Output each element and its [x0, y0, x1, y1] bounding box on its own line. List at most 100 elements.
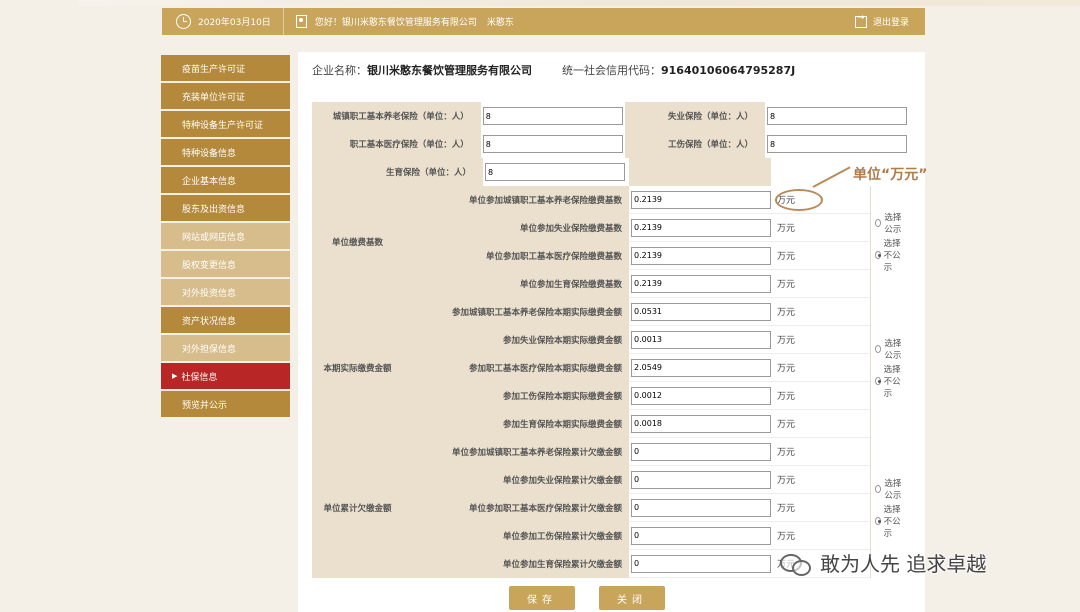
date-text: 2020年03月10日: [198, 18, 271, 28]
sidebar-item-label: 疫苗生产许可证: [182, 64, 246, 75]
fee-amount-input[interactable]: [631, 274, 771, 293]
fee-amount-input[interactable]: [631, 498, 771, 517]
radio-button-icon: [875, 485, 882, 493]
radio-button-icon: [875, 377, 881, 385]
sidebar-item[interactable]: ▶充装单位许可证: [161, 83, 290, 109]
sidebar-nav: ▶疫苗生产许可证▶充装单位许可证▶特种设备生产许可证▶特种设备信息▶企业基本信息…: [161, 55, 290, 419]
fee-row: 单位参加城镇职工基本养老保险累计欠缴金额 万元: [403, 438, 870, 466]
watermark-text: 敢为人先 追求卓越: [820, 552, 987, 576]
logout-label: 退出登录: [872, 18, 909, 28]
sidebar-item[interactable]: ▶股权变更信息: [161, 251, 290, 277]
fee-amount-input[interactable]: [631, 526, 771, 545]
fee-row-label: 单位参加失业保险累计欠缴金额: [403, 466, 629, 494]
fee-row-label: 单位参加工伤保险累计欠缴金额: [403, 522, 629, 550]
fee-row-label: 参加生育保险本期实际缴费金额: [403, 410, 629, 438]
user-icon: [295, 15, 307, 28]
unemployment-count-input[interactable]: [767, 107, 907, 125]
fee-row-label: 参加工伤保险本期实际缴费金额: [403, 382, 629, 410]
fee-row-label: 参加失业保险本期实际缴费金额: [403, 326, 629, 354]
sidebar-item[interactable]: ▶特种设备生产许可证: [161, 111, 290, 137]
unit-label: 万元: [777, 392, 796, 402]
unit-label: 万元: [777, 448, 796, 458]
empty-label-cell: [629, 158, 771, 186]
fee-row: 参加工伤保险本期实际缴费金额 万元: [403, 382, 870, 410]
radio-publish[interactable]: 选择公示: [875, 477, 909, 501]
greeting-text: 您好！银川米憨东餐饮管理服务有限公司: [314, 18, 477, 28]
publish-radio-group: 选择公示 选择不公示: [870, 298, 909, 438]
fee-amount-input[interactable]: [631, 442, 771, 461]
sidebar-item[interactable]: ▶资产状况信息: [161, 307, 290, 333]
company-info: 企业名称： 银川米憨东餐饮管理服务有限公司 统一社会信用代码： 91640106…: [312, 62, 795, 78]
fee-row-label: 单位参加城镇职工基本养老保险缴费基数: [403, 186, 629, 214]
fee-amount-input[interactable]: [631, 358, 771, 377]
fee-group-title: 单位缴费基数: [312, 186, 403, 298]
sidebar-item-label: 充装单位许可证: [182, 92, 246, 103]
medical-count-label: 职工基本医疗保险（单位：人）: [312, 130, 481, 158]
radio-label: 选择不公示: [883, 365, 901, 399]
sidebar-item[interactable]: ▶对外投资信息: [161, 279, 290, 305]
radio-button-icon: [875, 251, 881, 259]
fee-row-label: 参加职工基本医疗保险本期实际缴费金额: [403, 354, 629, 382]
radio-publish[interactable]: 选择公示: [875, 211, 909, 235]
fee-row-label: 单位参加城镇职工基本养老保险累计欠缴金额: [403, 438, 629, 466]
sidebar-item-label: 企业基本信息: [182, 176, 237, 187]
radio-button-icon: [875, 219, 882, 227]
sidebar-item[interactable]: ▶网站或网店信息: [161, 223, 290, 249]
highlight-circle: [775, 189, 823, 211]
active-arrow-icon: ▶: [172, 372, 178, 380]
publish-radio-group: 选择公示 选择不公示: [870, 186, 909, 298]
credit-code-label: 统一社会信用代码：: [562, 64, 661, 77]
fee-row: 参加生育保险本期实际缴费金额 万元: [403, 410, 870, 438]
sidebar-item[interactable]: ▶ 社保信息: [161, 363, 290, 389]
fee-amount-input[interactable]: [631, 218, 771, 237]
sidebar-item-label: 预览并公示: [182, 400, 228, 411]
pension-count-label: 城镇职工基本养老保险（单位：人）: [312, 102, 481, 130]
maternity-count-input[interactable]: [485, 163, 625, 181]
radio-not-publish[interactable]: 选择不公示: [875, 237, 909, 273]
fee-row-label: 单位参加生育保险缴费基数: [403, 270, 629, 298]
logout-button[interactable]: 退出登录: [843, 8, 925, 35]
medical-count-input[interactable]: [482, 135, 623, 153]
fee-row: 单位参加失业保险缴费基数 万元: [403, 214, 870, 242]
unit-label: 万元: [777, 252, 796, 262]
sidebar-item[interactable]: ▶对外担保信息: [161, 335, 290, 361]
radio-label: 选择不公示: [883, 239, 901, 273]
close-button[interactable]: 关闭: [599, 586, 665, 610]
sidebar-item[interactable]: ▶疫苗生产许可证: [161, 55, 290, 81]
sidebar-item-label: 股东及出资信息: [182, 204, 246, 215]
fee-row-label: 单位参加职工基本医疗保险累计欠缴金额: [403, 494, 629, 522]
annotation-label: 单位“万元”: [853, 167, 928, 183]
fee-amount-input[interactable]: [631, 246, 771, 265]
sidebar-item[interactable]: ▶特种设备信息: [161, 139, 290, 165]
radio-not-publish[interactable]: 选择不公示: [875, 503, 909, 539]
sidebar-item-label: 网站或网店信息: [182, 232, 246, 243]
radio-publish[interactable]: 选择公示: [875, 337, 909, 361]
fee-amount-input[interactable]: [631, 470, 771, 489]
sidebar-item[interactable]: ▶股东及出资信息: [161, 195, 290, 221]
pension-count-input[interactable]: [482, 107, 623, 125]
unit-label: 万元: [777, 364, 796, 374]
fee-amount-input[interactable]: [631, 302, 771, 321]
injury-count-input[interactable]: [767, 135, 907, 153]
credit-code: 91640106064795287J: [661, 63, 796, 77]
fee-row: 单位参加职工基本医疗保险缴费基数 万元: [403, 242, 870, 270]
fee-amount-input[interactable]: [631, 330, 771, 349]
radio-not-publish[interactable]: 选择不公示: [875, 363, 909, 399]
radio-button-icon: [875, 345, 882, 353]
fee-amount-input[interactable]: [631, 554, 771, 573]
fee-amount-input[interactable]: [631, 190, 771, 209]
sidebar-item-label: 资产状况信息: [182, 316, 237, 327]
unit-label: 万元: [777, 280, 796, 290]
fee-amount-input[interactable]: [631, 386, 771, 405]
sidebar-item[interactable]: ▶预览并公示: [161, 391, 290, 417]
fee-row: 参加职工基本医疗保险本期实际缴费金额 万元: [403, 354, 870, 382]
fee-amount-input[interactable]: [631, 414, 771, 433]
fee-row: 参加失业保险本期实际缴费金额 万元: [403, 326, 870, 354]
sidebar-item[interactable]: ▶企业基本信息: [161, 167, 290, 193]
radio-label: 选择公示: [884, 213, 902, 235]
radio-label: 选择不公示: [883, 505, 901, 539]
injury-count-label: 工伤保险（单位：人）: [624, 130, 765, 158]
main-panel: 企业名称： 银川米憨东餐饮管理服务有限公司 统一社会信用代码： 91640106…: [298, 52, 925, 612]
header-greeting: 您好！银川米憨东餐饮管理服务有限公司 米憨东: [284, 8, 526, 35]
save-button[interactable]: 保存: [509, 586, 575, 610]
